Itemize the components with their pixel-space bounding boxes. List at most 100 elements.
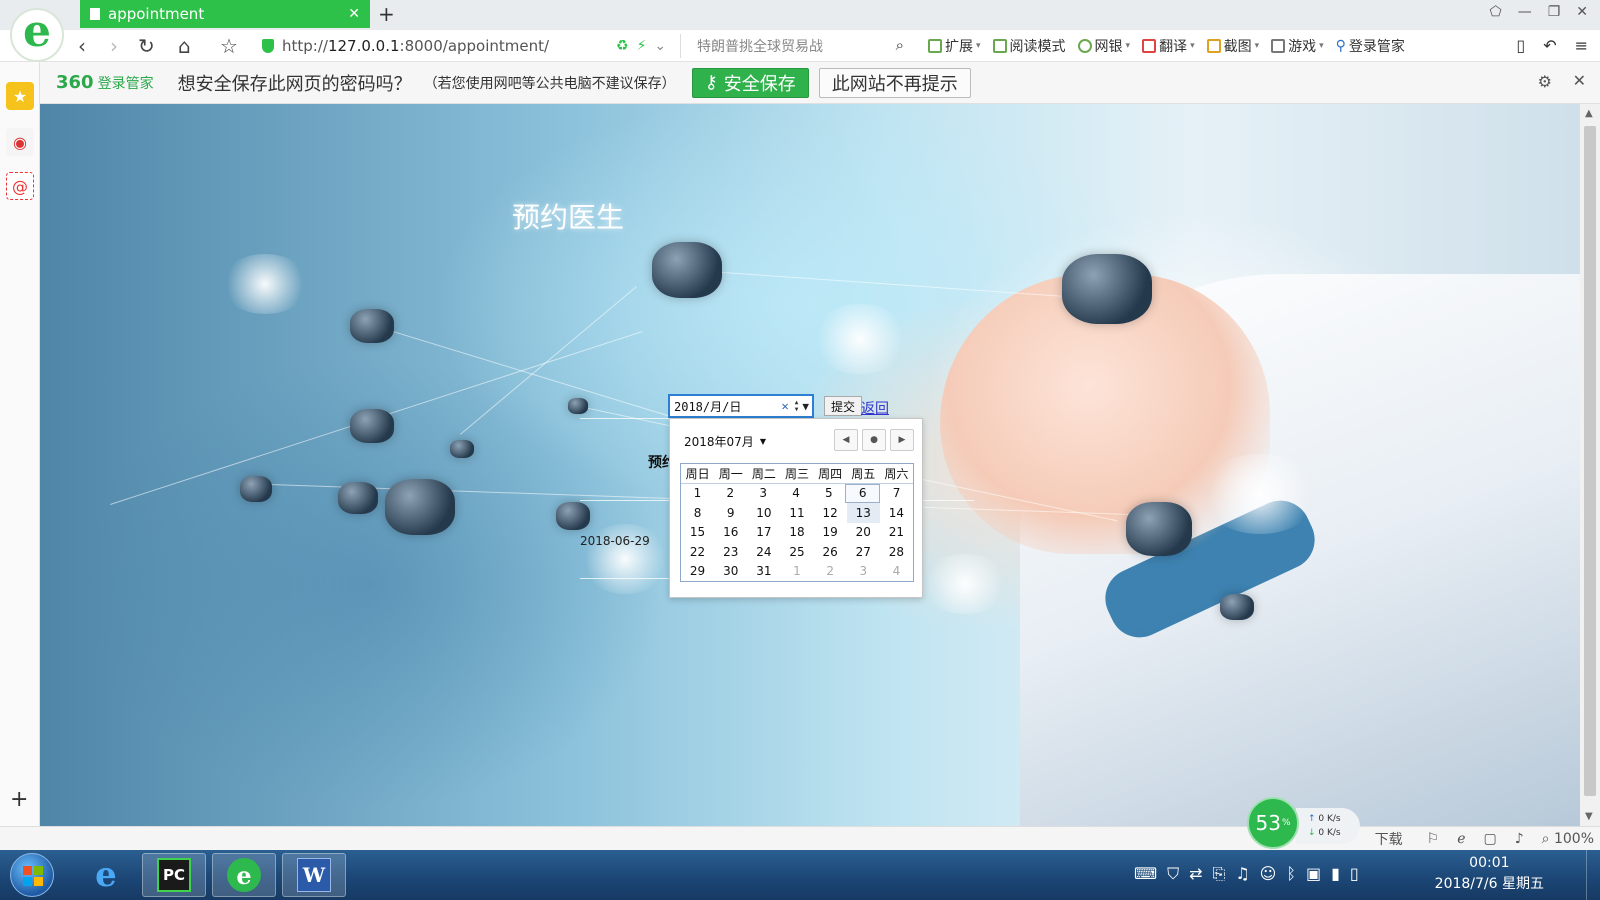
submit-button[interactable]: 提交 xyxy=(824,396,862,416)
extension-item[interactable]: ⚲ 登录管家 xyxy=(1336,36,1405,56)
download-label[interactable]: 下载 xyxy=(1375,829,1403,849)
new-tab-button[interactable]: + xyxy=(378,2,395,26)
calendar-day[interactable]: 4 xyxy=(780,484,813,504)
calendar-day[interactable]: 18 xyxy=(780,523,813,543)
undo-close-icon[interactable]: ↶ xyxy=(1543,36,1556,55)
add-sidebar-item-button[interactable]: + xyxy=(10,787,28,812)
calendar-day[interactable]: 3 xyxy=(747,484,780,504)
menu-icon[interactable]: ≡ xyxy=(1575,36,1588,55)
calendar-day[interactable]: 1 xyxy=(681,484,714,504)
scroll-thumb[interactable] xyxy=(1584,126,1596,796)
search-icon[interactable]: ⌕ xyxy=(896,36,904,54)
extension-item[interactable]: 截图 ▾ xyxy=(1206,36,1259,56)
calendar-day[interactable]: 31 xyxy=(747,562,780,582)
calendar-day[interactable]: 29 xyxy=(681,562,714,582)
search-input[interactable]: 特朗普挑全球贸易战 ⌕ xyxy=(680,34,912,58)
extension-item[interactable]: 扩展 ▾ xyxy=(928,36,981,56)
month-selector[interactable]: 2018年07月 ▼ xyxy=(684,433,766,450)
calendar-day-next-month[interactable]: 3 xyxy=(847,562,880,582)
taskbar-360-browser[interactable]: e xyxy=(212,853,276,897)
back-link[interactable]: 返回 xyxy=(861,398,889,418)
taskbar-pycharm[interactable]: PC xyxy=(142,853,206,897)
calendar-day[interactable]: 23 xyxy=(714,542,747,562)
speed-mode-icon[interactable]: ⚡ xyxy=(637,38,647,54)
calendar-day[interactable]: 16 xyxy=(714,523,747,543)
calendar-day[interactable]: 12 xyxy=(814,503,847,523)
clear-date-icon[interactable]: ✕ xyxy=(782,399,789,413)
battery-icon[interactable]: ▯ xyxy=(1350,864,1359,884)
never-prompt-button[interactable]: 此网站不再提示 xyxy=(818,67,971,98)
ie-mode-icon[interactable]: ℯ xyxy=(1457,831,1465,847)
refresh-engine-icon[interactable]: ♻ xyxy=(616,38,629,54)
calendar-day[interactable]: 30 xyxy=(714,562,747,582)
calendar-day[interactable]: 25 xyxy=(780,542,813,562)
display-icon[interactable]: ▣ xyxy=(1306,864,1321,884)
speed-ball[interactable]: 53% xyxy=(1247,797,1299,849)
forward-button[interactable]: › xyxy=(110,34,118,58)
calendar-day-next-month[interactable]: 2 xyxy=(814,562,847,582)
weibo-icon[interactable]: ◉ xyxy=(6,128,34,156)
today-button[interactable]: ● xyxy=(862,429,886,451)
calendar-day[interactable]: 15 xyxy=(681,523,714,543)
calendar-day-selected[interactable]: 6 xyxy=(845,483,881,503)
extension-item[interactable]: 阅读模式 xyxy=(992,36,1066,56)
show-desktop-button[interactable] xyxy=(1586,850,1600,900)
wifi-signal-icon[interactable]: ▮ xyxy=(1331,864,1340,884)
mail-at-icon[interactable]: @ xyxy=(6,172,34,200)
date-input[interactable]: 2018/月/日 ✕ ▲ ▼ ▼ xyxy=(668,394,814,418)
home-button[interactable]: ⌂ xyxy=(178,34,191,58)
start-button[interactable] xyxy=(10,853,54,897)
flag-icon[interactable]: ⚐ xyxy=(1427,831,1440,847)
keyboard-icon[interactable]: ⌨ xyxy=(1134,864,1157,884)
calendar-day[interactable]: 19 xyxy=(814,523,847,543)
calendar-day[interactable]: 26 xyxy=(814,542,847,562)
tab-close-icon[interactable]: ✕ xyxy=(348,6,360,22)
favorite-button[interactable]: ☆ xyxy=(220,34,238,58)
scroll-up-icon[interactable]: ▲ xyxy=(1585,108,1593,119)
vertical-scrollbar[interactable]: ▲ ▼ xyxy=(1580,104,1600,826)
gear-icon[interactable]: ⚙ xyxy=(1538,72,1552,91)
minimize-button[interactable]: — xyxy=(1518,4,1532,20)
zoom-control[interactable]: ⌕ 100% xyxy=(1542,831,1594,847)
calendar-day[interactable]: 27 xyxy=(847,542,880,562)
spin-down-icon[interactable]: ▼ xyxy=(795,406,799,413)
calendar-day[interactable]: 22 xyxy=(681,542,714,562)
calendar-day[interactable]: 14 xyxy=(880,503,913,523)
address-dropdown-icon[interactable]: ⌄ xyxy=(654,38,666,54)
extension-item[interactable]: 翻译 ▾ xyxy=(1142,36,1195,56)
browser-logo[interactable]: e xyxy=(10,8,64,62)
mute-icon[interactable]: ♫ xyxy=(1235,864,1249,884)
restore-button[interactable]: ❐ xyxy=(1548,4,1561,20)
calendar-dropdown-icon[interactable]: ▼ xyxy=(802,400,809,413)
taskbar-word[interactable]: W xyxy=(282,853,346,897)
qq-icon[interactable]: ☺ xyxy=(1260,864,1277,884)
volume-icon[interactable]: ♪ xyxy=(1515,831,1524,847)
safe-save-button[interactable]: ⚷ 安全保存 xyxy=(691,67,809,98)
window-mode-icon[interactable]: ▢ xyxy=(1484,831,1497,847)
extension-item[interactable]: 网银 ▾ xyxy=(1077,36,1130,56)
calendar-day-today[interactable]: 13 xyxy=(846,503,880,523)
calendar-day[interactable]: 7 xyxy=(880,484,913,504)
calendar-day[interactable]: 28 xyxy=(880,542,913,562)
calendar-day[interactable]: 5 xyxy=(812,484,845,504)
back-button[interactable]: ‹ xyxy=(78,34,86,58)
calendar-day-next-month[interactable]: 1 xyxy=(780,562,813,582)
calendar-day[interactable]: 17 xyxy=(747,523,780,543)
tab-appointment[interactable]: appointment ✕ xyxy=(80,0,370,28)
calendar-day[interactable]: 21 xyxy=(880,523,913,543)
calendar-day[interactable]: 9 xyxy=(714,503,747,523)
calendar-day[interactable]: 24 xyxy=(747,542,780,562)
network-share-icon[interactable]: ⇄ xyxy=(1189,864,1202,884)
calendar-day[interactable]: 8 xyxy=(681,503,714,523)
bluetooth-icon[interactable]: ᛒ xyxy=(1286,864,1296,884)
calendar-day[interactable]: 11 xyxy=(780,503,813,523)
next-month-button[interactable]: ▶ xyxy=(890,429,914,451)
reload-button[interactable]: ↻ xyxy=(138,34,155,58)
taskbar-ie[interactable]: e xyxy=(74,853,138,897)
calendar-day-next-month[interactable]: 4 xyxy=(880,562,913,582)
bookmark-icon[interactable]: ▯ xyxy=(1516,36,1525,55)
calendar-day[interactable]: 20 xyxy=(847,523,880,543)
skin-icon[interactable]: ⬠ xyxy=(1490,4,1502,20)
security-shield-icon[interactable]: ⛉ xyxy=(1167,864,1179,884)
usb-icon[interactable]: ⎘ xyxy=(1213,864,1226,884)
